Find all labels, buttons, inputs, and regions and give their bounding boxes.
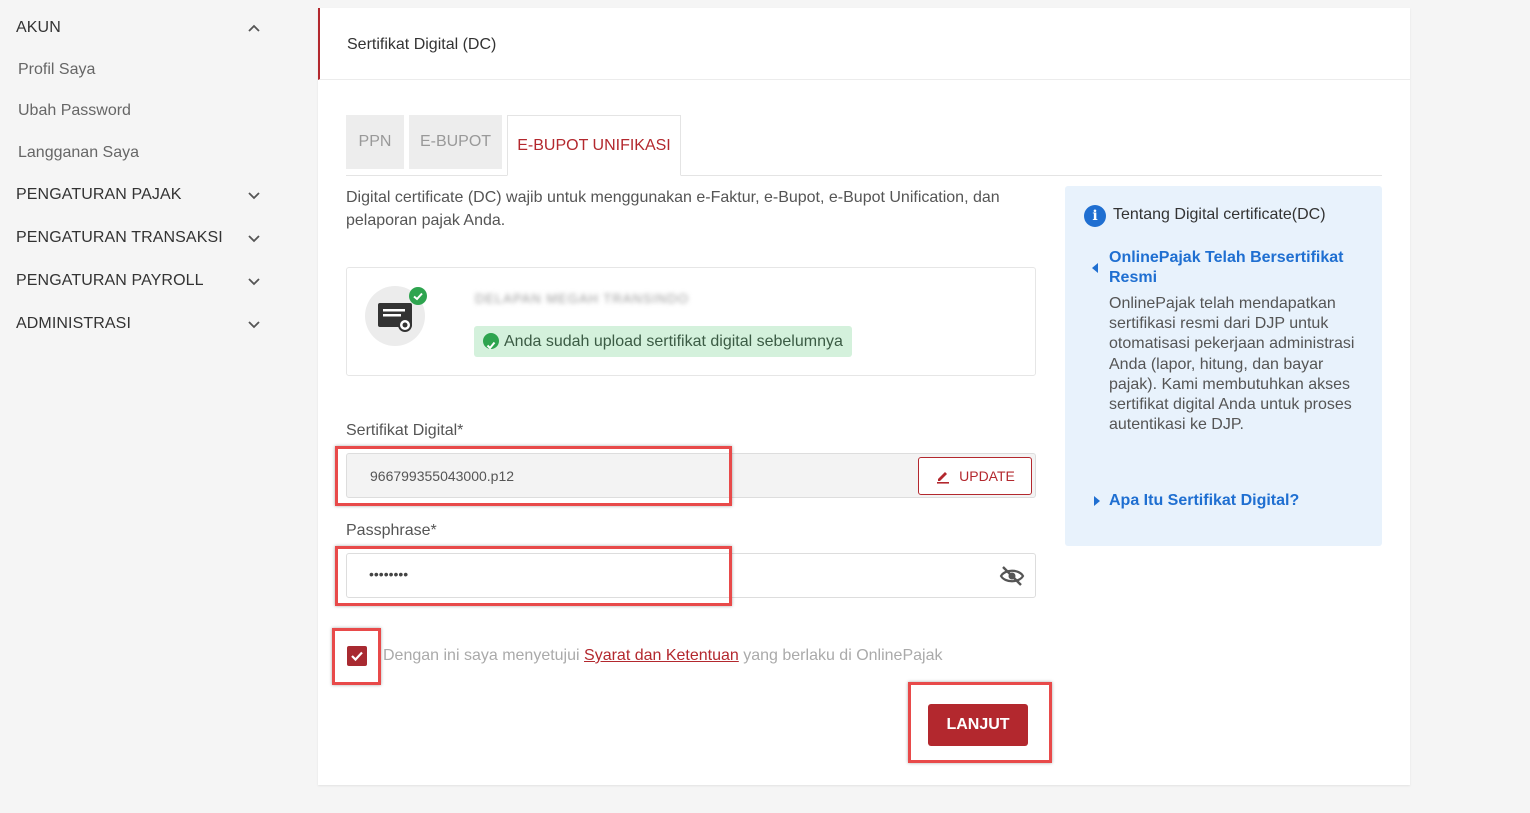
- chevron-down-icon: [248, 192, 260, 200]
- sidebar-section-pengaturan-payroll[interactable]: PENGATURAN PAYROLL: [16, 272, 261, 290]
- status-text: Anda sudah upload sertifikat digital seb…: [504, 333, 843, 350]
- chevron-up-icon: [248, 24, 260, 32]
- sidebar-section-pengaturan-pajak[interactable]: PENGATURAN PAJAK: [16, 186, 261, 204]
- chevron-down-icon: [248, 278, 260, 286]
- sidebar-section-administrasi[interactable]: ADMINISTRASI: [16, 315, 261, 333]
- info-panel: i Tentang Digital certificate(DC) Online…: [1065, 186, 1382, 546]
- sidebar-item-langganan-saya[interactable]: Langganan Saya: [18, 144, 139, 162]
- terms-prefix: Dengan ini saya menyetujui: [383, 647, 585, 664]
- info-heading[interactable]: OnlinePajak Telah Bersertifikat Resmi: [1109, 248, 1359, 288]
- caret-left-icon: [1092, 263, 1098, 273]
- sidebar-item-ubah-password[interactable]: Ubah Password: [18, 102, 131, 120]
- caret-right-icon: [1094, 496, 1100, 506]
- eye-off-icon[interactable]: [999, 565, 1025, 587]
- annotation-highlight-passphrase: [335, 546, 732, 606]
- sidebar-section-label: PENGATURAN TRANSAKSI: [16, 229, 223, 246]
- verified-check-icon: [409, 287, 427, 305]
- sidebar-item-profil-saya[interactable]: Profil Saya: [18, 61, 95, 79]
- tab-e-bupot[interactable]: E-BUPOT: [409, 115, 502, 169]
- check-circle-icon: [483, 333, 499, 350]
- sidebar-section-label: PENGATURAN PAJAK: [16, 186, 182, 203]
- tab-ppn[interactable]: PPN: [346, 115, 404, 169]
- update-button[interactable]: UPDATE: [918, 457, 1032, 495]
- certificate-company-name: DELAPAN MEGAH TRANSINDO: [475, 291, 689, 306]
- sidebar: AKUN Profil Saya Ubah Password Langganan…: [0, 0, 290, 813]
- sidebar-section-akun[interactable]: AKUN: [16, 19, 261, 37]
- annotation-highlight-checkbox: [332, 628, 381, 685]
- chevron-down-icon: [248, 321, 260, 329]
- passphrase-field-label: Passphrase*: [346, 522, 437, 539]
- annotation-highlight-certificate: [335, 446, 732, 506]
- page-title: Sertifikat Digital (DC): [347, 36, 497, 53]
- status-badge: Anda sudah upload sertifikat digital seb…: [474, 326, 852, 357]
- terms-link[interactable]: Syarat dan Ketentuan: [584, 647, 739, 665]
- terms-suffix: yang berlaku di OnlinePajak: [738, 647, 943, 664]
- chevron-down-icon: [248, 235, 260, 243]
- terms-agreement: Dengan ini saya menyetujui Syarat dan Ke…: [347, 646, 942, 666]
- tab-bar: PPN E-BUPOT E-BUPOT UNIFIKASI: [346, 115, 1382, 176]
- info-body: OnlinePajak telah mendapatkan sertifikas…: [1109, 295, 1355, 434]
- card-header: Sertifikat Digital (DC): [318, 8, 1410, 80]
- sidebar-section-label: PENGATURAN PAYROLL: [16, 272, 204, 289]
- certificate-status-box: DELAPAN MEGAH TRANSINDO Anda sudah uploa…: [346, 267, 1036, 376]
- certificate-field-label: Sertifikat Digital*: [346, 422, 464, 439]
- sidebar-section-pengaturan-transaksi[interactable]: PENGATURAN TRANSAKSI: [16, 229, 261, 247]
- edit-icon: [937, 472, 950, 484]
- info-title: Tentang Digital certificate(DC): [1113, 206, 1326, 223]
- info-icon: i: [1084, 205, 1106, 227]
- info-link-apa-itu[interactable]: Apa Itu Sertifikat Digital?: [1109, 492, 1299, 510]
- annotation-highlight-lanjut: [908, 682, 1052, 763]
- sidebar-section-label: AKUN: [16, 19, 61, 36]
- tab-e-bupot-unifikasi[interactable]: E-BUPOT UNIFIKASI: [507, 115, 681, 176]
- update-label: UPDATE: [959, 468, 1015, 484]
- intro-text: Digital certificate (DC) wajib untuk men…: [346, 189, 1000, 229]
- digital-certificate-card: Sertifikat Digital (DC) PPN E-BUPOT E-BU…: [318, 8, 1410, 785]
- sidebar-section-label: ADMINISTRASI: [16, 315, 131, 332]
